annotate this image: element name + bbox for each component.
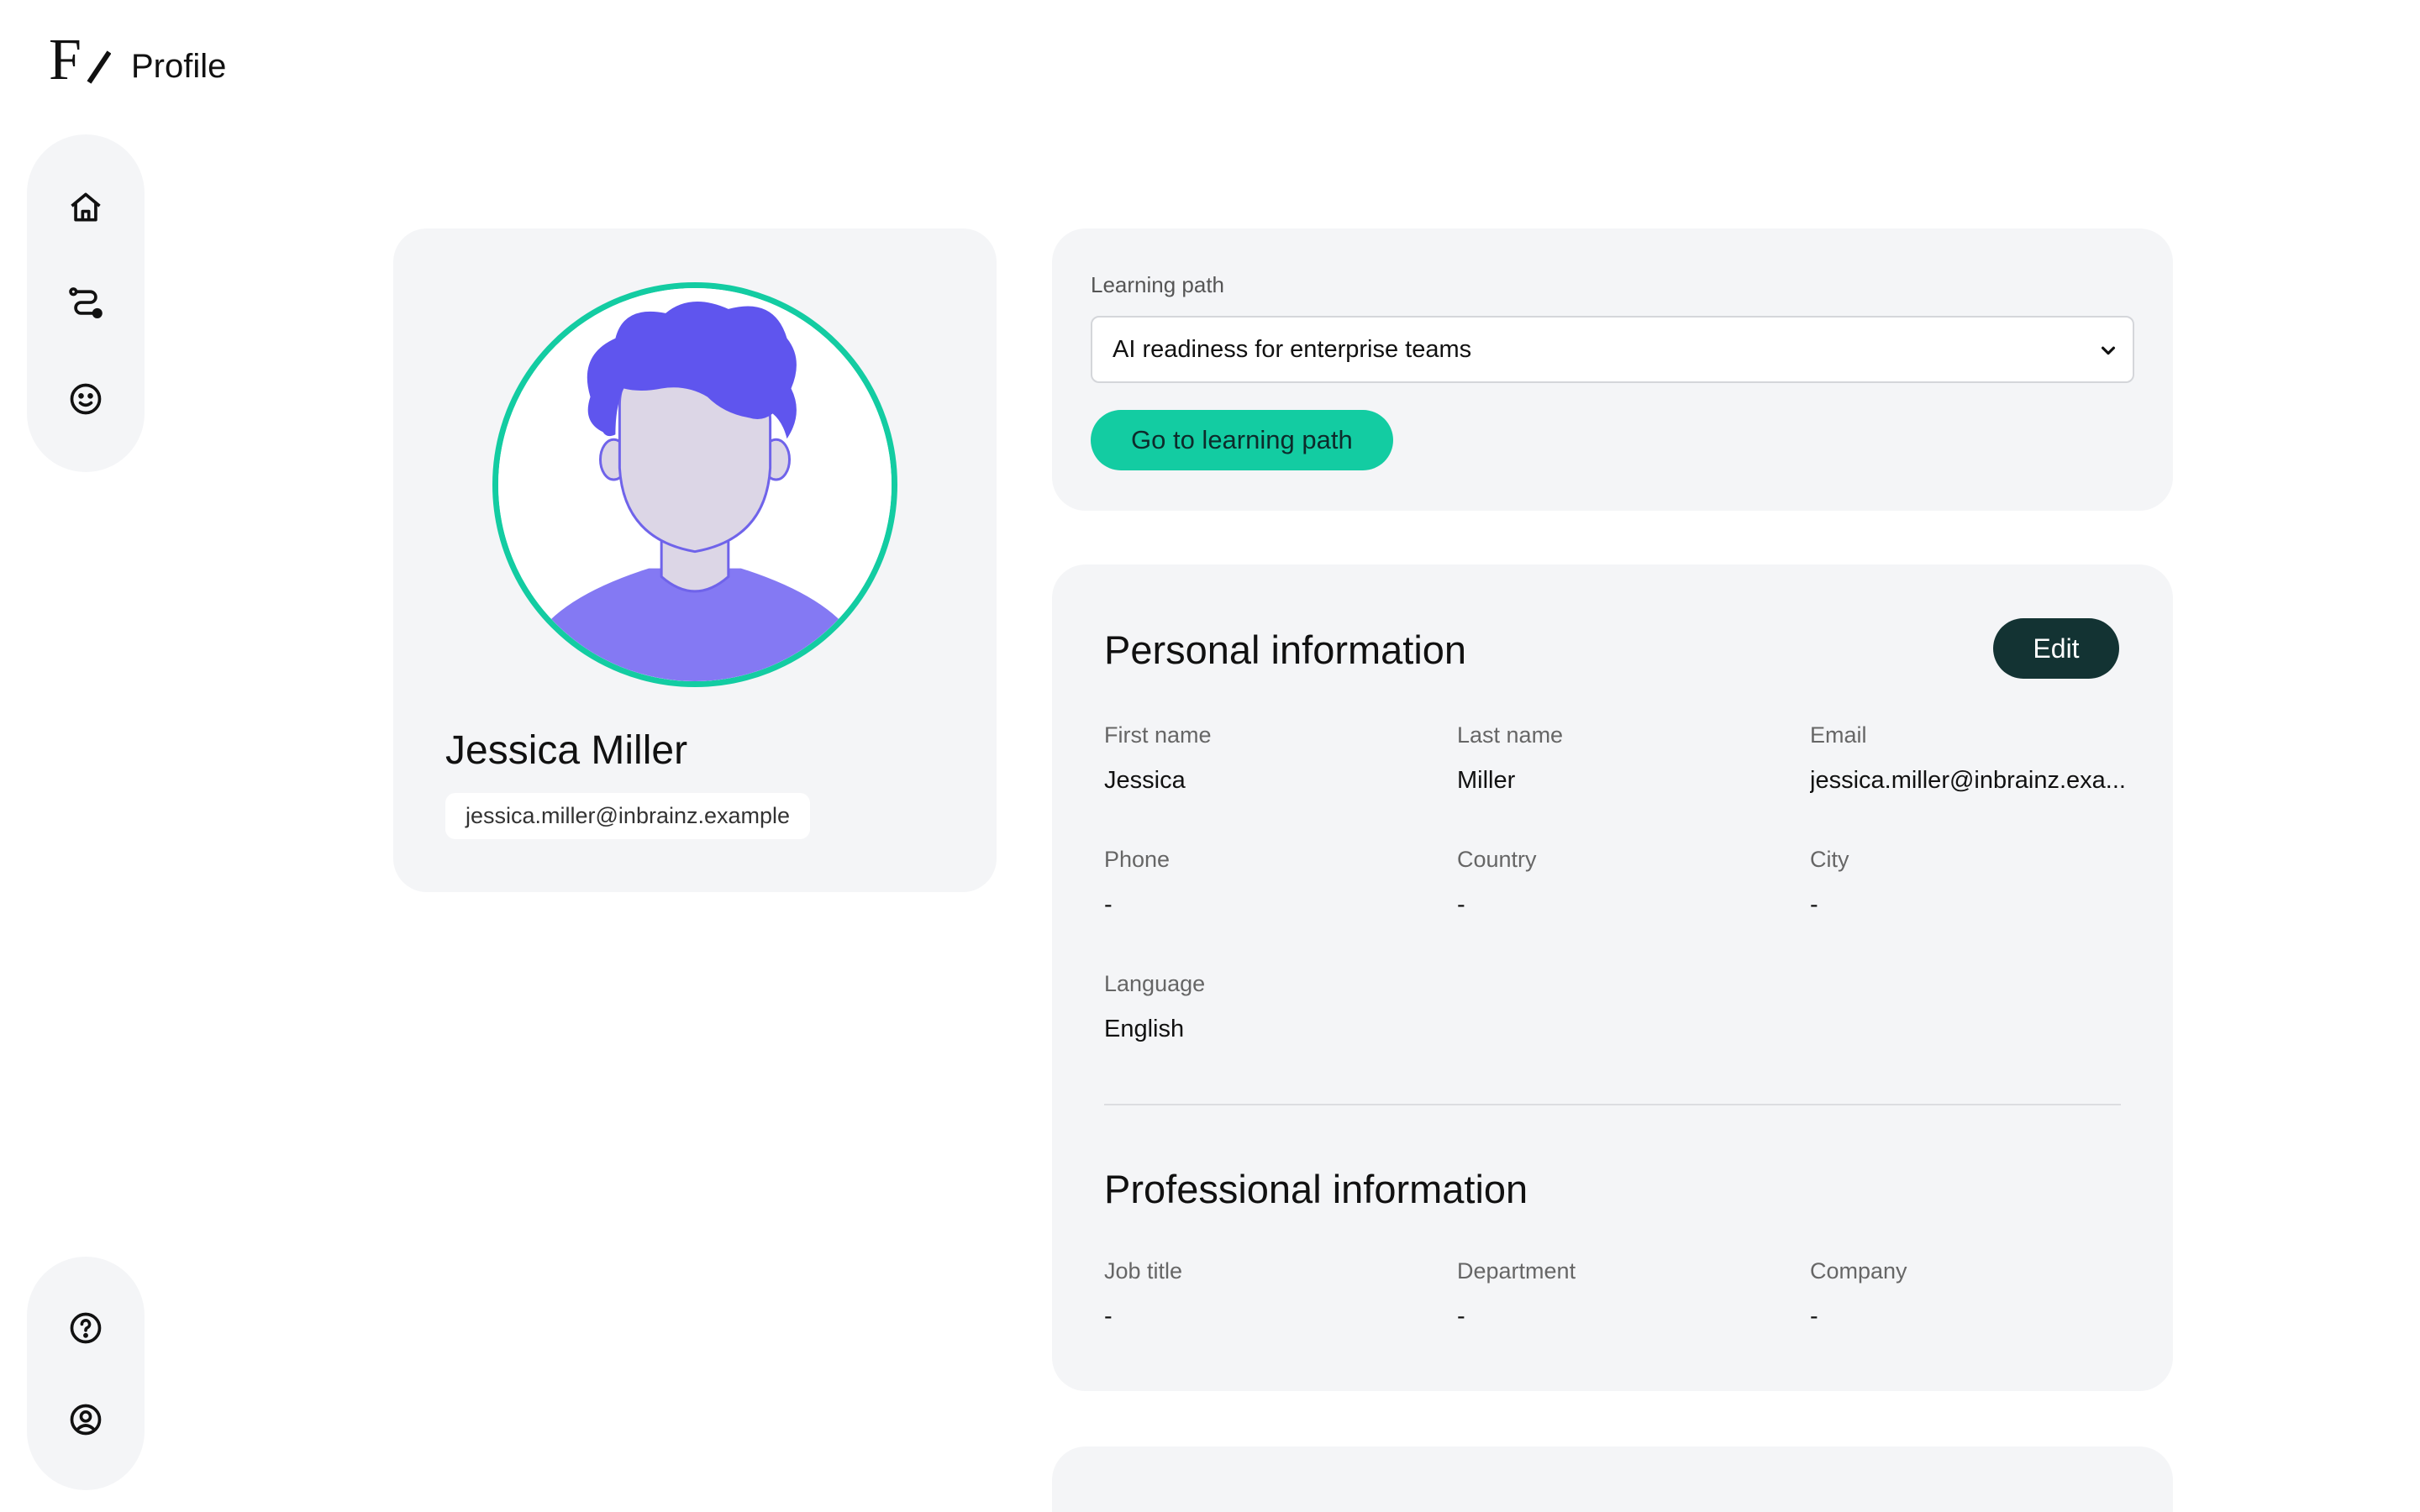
profile-summary-card: Jessica Miller jessica.miller@inbrainz.e… [393, 228, 997, 892]
personal-info-title: Personal information [1104, 627, 1467, 672]
field-label: Language [1104, 971, 1206, 996]
field-label: City [1810, 847, 1849, 872]
field-value: - [1104, 891, 1113, 918]
chevron-down-icon [2101, 346, 2116, 355]
page-title: Profile [131, 47, 227, 85]
field-job-title: Job title - [1104, 1258, 1440, 1331]
learning-path-select[interactable]: AI readiness for enterprise teams [1091, 316, 2134, 383]
field-value: - [1810, 891, 1818, 918]
nav-learning-path-button[interactable] [60, 281, 111, 326]
sidebar-main-nav [27, 134, 145, 472]
field-label: Email [1810, 722, 1867, 748]
field-label: Phone [1104, 847, 1171, 872]
field-value: Miller [1457, 767, 1516, 794]
smiley-icon [70, 383, 102, 415]
field-value: jessica.miller@inbrainz.exa... [1810, 767, 2126, 794]
nav-home-button[interactable] [60, 185, 111, 230]
field-label: Department [1457, 1258, 1576, 1284]
field-value: - [1457, 891, 1465, 918]
avatar [492, 282, 897, 687]
profile-info-card: Personal information Edit First name Jes… [1052, 564, 2173, 1391]
learning-path-selected-value: AI readiness for enterprise teams [1113, 335, 1472, 363]
field-label: Company [1810, 1258, 1907, 1284]
field-value: Jessica [1104, 767, 1186, 794]
edit-button[interactable]: Edit [1993, 618, 2119, 679]
field-value: - [1810, 1303, 1818, 1330]
field-phone: Phone - [1104, 847, 1440, 919]
help-button[interactable] [60, 1307, 111, 1348]
user-account-icon [70, 1404, 102, 1435]
field-label: Last name [1457, 722, 1564, 748]
field-value: - [1104, 1303, 1113, 1330]
profile-name: Jessica Miller [445, 728, 688, 773]
field-label: Job title [1104, 1258, 1183, 1284]
account-button[interactable] [60, 1399, 111, 1440]
profile-email-chip: jessica.miller@inbrainz.example [445, 793, 811, 839]
sidebar-secondary-nav [27, 1257, 145, 1490]
field-company: Company - [1810, 1258, 2146, 1331]
field-value: - [1457, 1303, 1465, 1330]
help-icon [70, 1312, 102, 1343]
additional-card [1052, 1446, 2173, 1512]
field-email: Email jessica.miller@inbrainz.exa... [1810, 722, 2129, 795]
field-label: First name [1104, 722, 1212, 748]
field-city: City - [1810, 847, 2146, 919]
brand-logo[interactable]: F [49, 30, 111, 91]
avatar-illustration [498, 288, 892, 681]
learning-path-icon [69, 287, 103, 318]
go-to-learning-path-button[interactable]: Go to learning path [1091, 410, 1393, 470]
section-divider [1104, 1104, 2121, 1105]
professional-info-title: Professional information [1104, 1167, 1528, 1211]
learning-path-label: Learning path [1091, 272, 1225, 297]
field-value: English [1104, 1016, 1185, 1042]
field-label: Country [1457, 847, 1537, 872]
field-country: Country - [1457, 847, 1793, 919]
nav-feedback-button[interactable] [60, 376, 111, 422]
field-last-name: Last name Miller [1457, 722, 1793, 795]
svg-text:F: F [49, 30, 82, 91]
home-icon [71, 192, 101, 222]
field-first-name: First name Jessica [1104, 722, 1440, 795]
field-language: Language English [1104, 971, 1440, 1043]
app-header: F Profile [49, 30, 226, 91]
field-department: Department - [1457, 1258, 1793, 1331]
learning-path-card: Learning path AI readiness for enterpris… [1052, 228, 2173, 511]
